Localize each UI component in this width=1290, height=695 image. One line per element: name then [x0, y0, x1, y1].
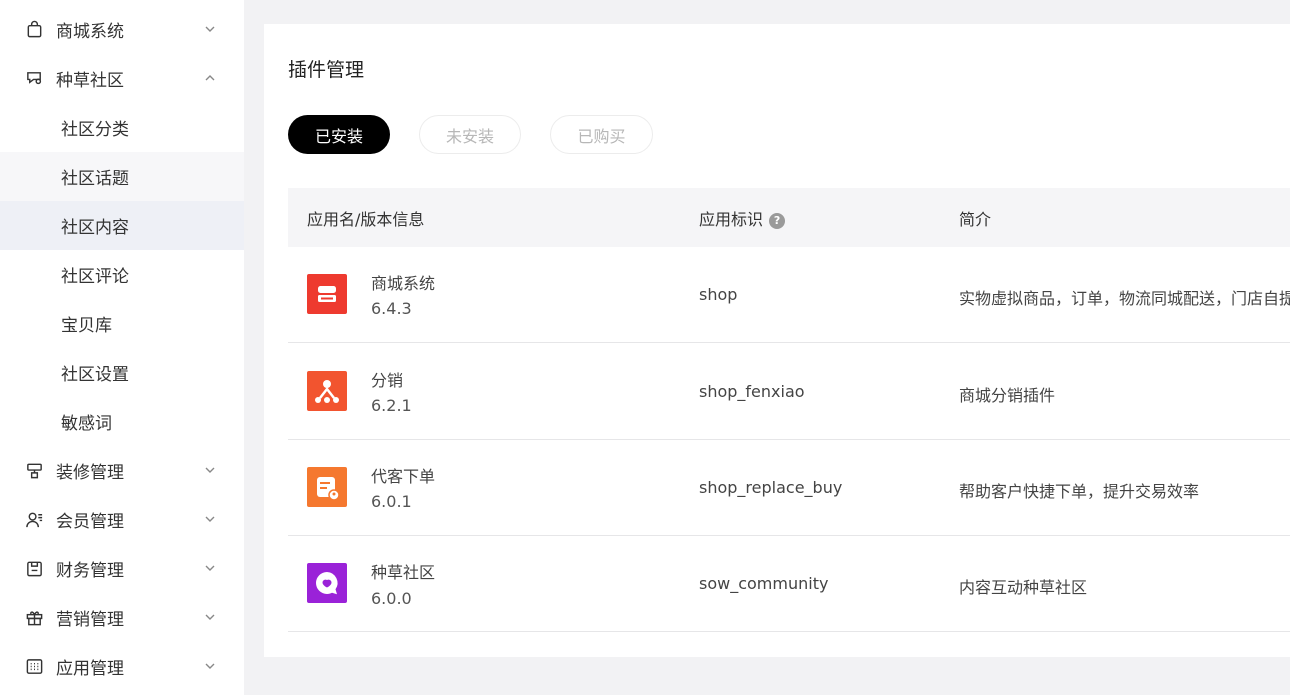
- app-name: 代客下单: [371, 467, 436, 486]
- app-identifier: shop_replace_buy: [699, 478, 843, 497]
- sidebar: 商城系统 种草社区 社区分类 社区话题 社区内容 社区评论 宝贝库 社区设置 敏…: [0, 0, 244, 695]
- app-version: 6.0.1: [371, 492, 412, 511]
- sidebar-item-label: 会员管理: [56, 512, 124, 532]
- app-description: 商城分销插件: [959, 386, 1056, 405]
- app-version: 6.2.1: [371, 396, 412, 415]
- app-name: 商城系统: [371, 274, 436, 293]
- sidebar-item-label: 装修管理: [56, 463, 124, 483]
- shop-app-icon: [307, 274, 347, 314]
- tab-not-installed[interactable]: 未安装: [419, 115, 521, 154]
- sidebar-item-community-comment[interactable]: 社区评论: [0, 250, 244, 299]
- column-header-app-id: 应用标识?: [699, 206, 786, 230]
- sidebar-item-label: 营销管理: [56, 610, 124, 630]
- sidebar-item-label: 社区设置: [61, 365, 129, 385]
- sidebar-item-shop-system[interactable]: 商城系统: [0, 5, 244, 54]
- apps-icon: [24, 657, 44, 677]
- app-name: 分销: [371, 371, 404, 390]
- sidebar-item-apps[interactable]: 应用管理: [0, 642, 244, 691]
- sidebar-item-sensitive-words[interactable]: 敏感词: [0, 397, 244, 446]
- question-icon[interactable]: ?: [769, 213, 786, 229]
- row-divider: [288, 631, 1290, 632]
- community-app-icon: [307, 563, 347, 603]
- chevron-up-icon: [205, 75, 215, 81]
- app-version: 6.4.3: [371, 299, 412, 318]
- decoration-icon: [24, 461, 44, 481]
- sidebar-item-label: 社区话题: [61, 169, 129, 189]
- app-description: 帮助客户快捷下单，提升交易效率: [959, 482, 1200, 501]
- sidebar-item-community-content[interactable]: 社区内容: [0, 201, 244, 250]
- sidebar-item-label: 应用管理: [56, 659, 124, 679]
- chevron-down-icon: [205, 565, 215, 571]
- column-header-app-name: 应用名/版本信息: [307, 210, 425, 229]
- community-icon: [24, 69, 44, 89]
- finance-icon: [24, 559, 44, 579]
- row-divider: [288, 439, 1290, 440]
- sidebar-item-label: 社区评论: [61, 267, 129, 287]
- sidebar-item-product-library[interactable]: 宝贝库: [0, 299, 244, 348]
- sidebar-item-community-settings[interactable]: 社区设置: [0, 348, 244, 397]
- app-identifier: sow_community: [699, 574, 829, 593]
- column-header-description: 简介: [959, 210, 992, 229]
- sidebar-item-community[interactable]: 种草社区: [0, 54, 244, 103]
- app-description: 实物虚拟商品，订单，物流同城配送，门店自提: [959, 289, 1290, 308]
- shopping-bag-icon: [24, 20, 44, 40]
- tab-installed[interactable]: 已安装: [288, 115, 390, 154]
- distribution-app-icon: [307, 371, 347, 411]
- sidebar-item-label: 社区内容: [61, 218, 129, 238]
- tab-purchased[interactable]: 已购买: [550, 115, 653, 154]
- sidebar-item-marketing[interactable]: 营销管理: [0, 593, 244, 642]
- sidebar-item-label: 财务管理: [56, 561, 124, 581]
- row-divider: [288, 342, 1290, 343]
- column-header-label: 应用标识: [699, 210, 764, 229]
- app-name: 种草社区: [371, 563, 436, 582]
- chevron-down-icon: [205, 26, 215, 32]
- gift-icon: [24, 608, 44, 628]
- sidebar-item-label: 敏感词: [61, 414, 112, 434]
- chevron-down-icon: [205, 467, 215, 473]
- sidebar-item-decoration[interactable]: 装修管理: [0, 446, 244, 495]
- table-header: [288, 188, 1290, 247]
- sidebar-item-label: 社区分类: [61, 120, 129, 140]
- chevron-down-icon: [205, 663, 215, 669]
- app-identifier: shop: [699, 285, 738, 304]
- member-icon: [24, 510, 44, 530]
- sidebar-item-label: 商城系统: [56, 22, 124, 42]
- sidebar-item-community-topic[interactable]: 社区话题: [0, 152, 244, 201]
- chevron-down-icon: [205, 516, 215, 522]
- app-version: 6.0.0: [371, 589, 412, 608]
- sidebar-item-finance[interactable]: 财务管理: [0, 544, 244, 593]
- sidebar-item-community-category[interactable]: 社区分类: [0, 103, 244, 152]
- sidebar-item-member[interactable]: 会员管理: [0, 495, 244, 544]
- app-description: 内容互动种草社区: [959, 578, 1088, 597]
- chevron-down-icon: [205, 614, 215, 620]
- sidebar-item-label: 种草社区: [56, 71, 124, 91]
- sidebar-item-label: 宝贝库: [61, 316, 112, 336]
- page-title: 插件管理: [288, 59, 365, 81]
- row-divider: [288, 535, 1290, 536]
- app-identifier: shop_fenxiao: [699, 382, 805, 401]
- order-app-icon: [307, 467, 347, 507]
